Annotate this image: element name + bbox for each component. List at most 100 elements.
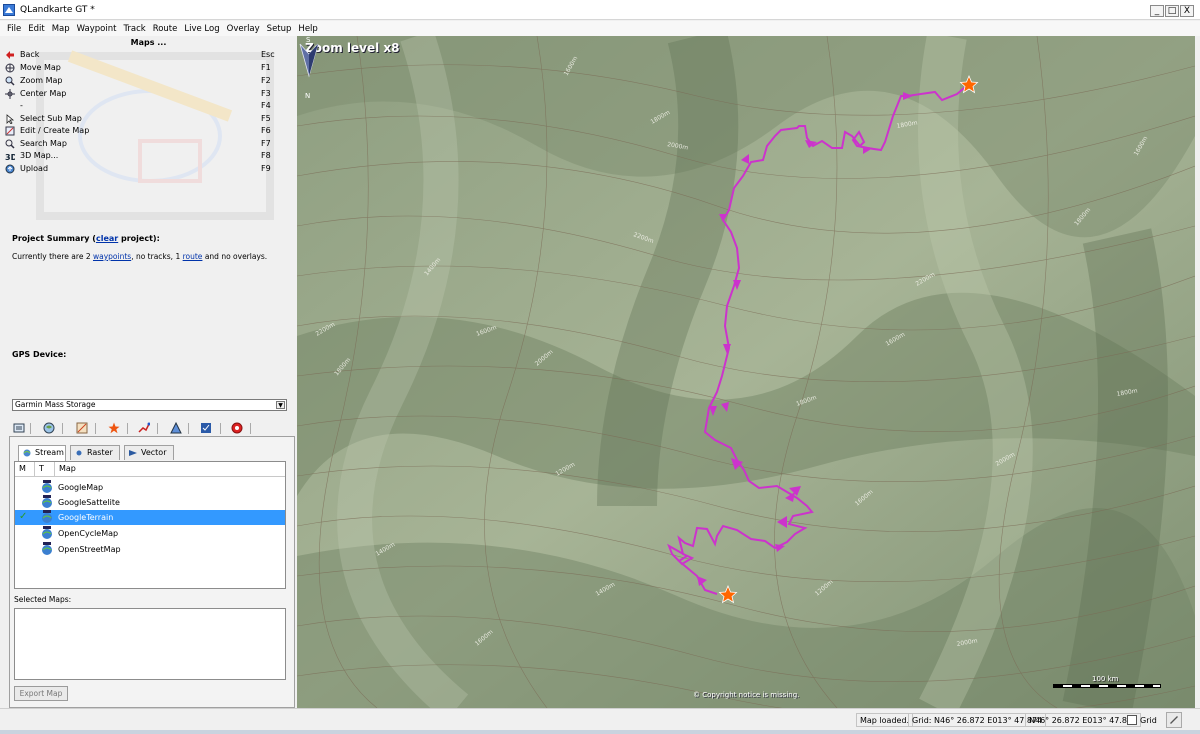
vector-icon — [129, 450, 137, 456]
menu-map[interactable]: Map — [52, 24, 70, 34]
status-bar: Map loaded. Grid: N46° 26.872 E013° 47.8… — [0, 708, 1200, 730]
toolbar-separator — [30, 423, 31, 434]
route-tool-icon[interactable] — [170, 422, 182, 434]
clear-project-link[interactable]: clear — [96, 234, 118, 243]
3d-map-command[interactable]: 3D 3D Map... F8 — [5, 150, 275, 162]
left-panel: Maps ... Back Esc Move Map F1 Zoom Map F… — [0, 36, 297, 708]
center-map-command[interactable]: Center Map F3 — [5, 88, 275, 100]
3d-map-icon: 3D — [5, 153, 15, 161]
tab-raster[interactable]: Raster — [70, 445, 120, 460]
north-arrow-top-label: S — [306, 36, 311, 44]
waypoint-tool-icon[interactable] — [108, 422, 120, 434]
menu-setup[interactable]: Setup — [267, 24, 292, 34]
toolbar-separator — [62, 423, 63, 434]
zoom-icon — [5, 76, 15, 86]
menu-track[interactable]: Track — [123, 24, 145, 34]
gps-device-title: GPS Device: — [12, 350, 67, 359]
menu-live-log[interactable]: Live Log — [184, 24, 219, 34]
gps-device-select[interactable]: Garmin Mass Storage ▼ — [12, 399, 287, 411]
grid-checkbox[interactable] — [1127, 715, 1137, 725]
overlay-tool-icon[interactable] — [76, 422, 88, 434]
select-icon — [6, 114, 15, 124]
tms-globe-icon — [42, 542, 52, 555]
map-tool-icon[interactable] — [43, 422, 55, 434]
toolbar-separator — [250, 423, 251, 434]
select-sub-map-command[interactable]: Select Sub Map F5 — [5, 113, 275, 125]
gps-device-value: Garmin Mass Storage — [15, 400, 96, 409]
tms-globe-icon — [42, 480, 52, 493]
map-list-header: M T Map — [15, 462, 285, 477]
scale-label: 100 km — [1092, 675, 1119, 683]
gps-tool-icon[interactable] — [231, 422, 243, 434]
close-button[interactable]: X — [1180, 5, 1194, 17]
zoom-map-command[interactable]: Zoom Map F2 — [5, 75, 275, 87]
selected-maps-list[interactable] — [14, 608, 286, 680]
status-message: Map loaded. — [856, 713, 914, 727]
globe-icon — [23, 449, 31, 457]
move-icon — [5, 63, 15, 73]
title-bar: QLandkarte GT * _ □ X — [0, 0, 1200, 20]
toolbox-row — [10, 420, 290, 436]
tab-stream[interactable]: Stream — [18, 445, 66, 461]
svg-text:3D: 3D — [5, 153, 15, 161]
selected-maps-label: Selected Maps: — [14, 595, 72, 604]
toolbar-separator — [157, 423, 158, 434]
export-map-button[interactable]: Export Map — [14, 686, 68, 701]
map-row-googlemap[interactable]: GoogleMap — [15, 480, 285, 495]
copyright-notice: © Copyright notice is missing. — [693, 691, 800, 699]
waypoints-link[interactable]: waypoints — [93, 252, 131, 261]
separator-command: - F4 — [20, 101, 271, 110]
edit-create-map-command[interactable]: Edit / Create Map F6 — [5, 125, 275, 137]
project-summary-text: Currently there are 2 waypoints, no trac… — [12, 252, 268, 261]
toolbar-separator — [95, 423, 96, 434]
scale-bar — [1053, 684, 1161, 688]
back-command[interactable]: Back Esc — [5, 49, 275, 61]
menu-edit[interactable]: Edit — [28, 24, 44, 34]
menu-file[interactable]: File — [7, 24, 21, 34]
raster-icon — [76, 450, 82, 456]
column-t[interactable]: T — [35, 462, 55, 477]
tms-globe-icon — [42, 510, 52, 523]
maps-panel-title: Maps ... — [130, 38, 167, 47]
search-map-command[interactable]: Search Map F7 — [5, 138, 275, 150]
menu-waypoint[interactable]: Waypoint — [77, 24, 117, 34]
app-logo-icon — [3, 4, 15, 16]
column-m[interactable]: M — [15, 462, 35, 477]
menu-help[interactable]: Help — [298, 24, 317, 34]
route-link[interactable]: route — [183, 252, 203, 261]
chevron-down-icon[interactable]: ▼ — [276, 401, 285, 409]
menu-bar: File Edit Map Waypoint Track Route Live … — [0, 21, 1200, 36]
resize-grip-icon[interactable] — [1166, 712, 1182, 728]
project-tool-icon[interactable] — [13, 422, 25, 434]
window-title: QLandkarte GT * — [20, 5, 95, 15]
north-arrow-bottom-label: N — [305, 92, 310, 100]
north-arrow-icon: S N — [299, 36, 319, 100]
checkmark-icon: ✓ — [19, 511, 28, 522]
menu-overlay[interactable]: Overlay — [227, 24, 260, 34]
toolbar-separator — [127, 423, 128, 434]
menu-route[interactable]: Route — [153, 24, 178, 34]
tms-globe-icon — [42, 526, 52, 539]
map-row-opencyclemap[interactable]: OpenCycleMap — [15, 526, 285, 541]
center-icon — [5, 89, 15, 99]
upload-command[interactable]: Upload F9 — [5, 163, 275, 175]
move-map-command[interactable]: Move Map F1 — [5, 62, 275, 74]
minimize-button[interactable]: _ — [1150, 5, 1164, 17]
maximize-button[interactable]: □ — [1165, 5, 1179, 17]
tms-globe-icon — [42, 495, 52, 508]
column-map[interactable]: Map — [55, 462, 285, 477]
track-tool-icon[interactable] — [138, 422, 150, 434]
project-summary-title: Project Summary (clear project): — [12, 234, 160, 243]
back-arrow-icon — [6, 51, 14, 59]
map-row-openstreetmap[interactable]: OpenStreetMap — [15, 542, 285, 557]
map-row-googleterrain[interactable]: ✓ GoogleTerrain — [15, 510, 285, 525]
map-canvas[interactable]: 1800m 2000m 1600m 2200m 1800m 1400m 1600… — [297, 36, 1195, 708]
map-row-googlesattelite[interactable]: GoogleSattelite — [15, 495, 285, 510]
upload-icon — [5, 164, 15, 174]
terrain-map[interactable]: 1800m 2000m 1600m 2200m 1800m 1400m 1600… — [297, 36, 1195, 708]
live-log-tool-icon[interactable] — [200, 422, 212, 434]
toolbar-separator — [188, 423, 189, 434]
cursor-coordinates: N46° 26.872 E013° 47.874 — [1025, 713, 1142, 727]
tab-vector[interactable]: Vector — [124, 445, 174, 460]
map-list: M T Map GoogleMap GoogleSattelite ✓ Goog… — [14, 461, 286, 589]
